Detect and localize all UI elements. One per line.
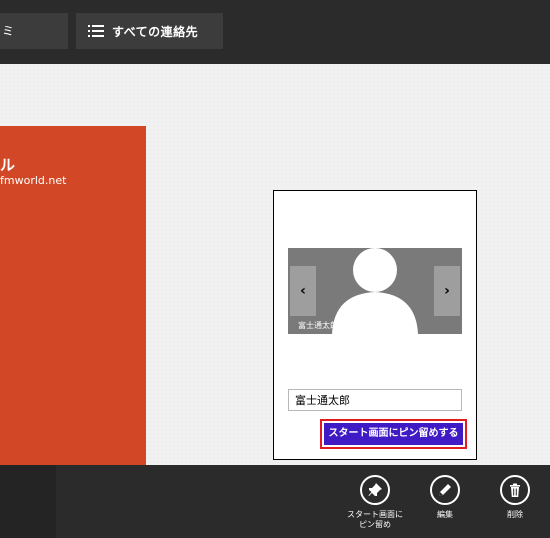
delete-command-circle	[500, 475, 530, 505]
pin-to-start-command[interactable]: スタート画面に ピン留め	[340, 475, 410, 530]
app-bar-left-panel	[0, 465, 56, 538]
edit-command-label: 編集	[437, 510, 453, 519]
pin-command-label: スタート画面に ピン留め	[347, 510, 403, 529]
pin-button-highlight: スタート画面にピン留めする	[320, 419, 467, 449]
next-image-button[interactable]: ›	[434, 266, 460, 316]
edit-command-circle	[430, 475, 460, 505]
list-icon	[88, 25, 104, 37]
pin-to-start-dialog: ‹ › 富士通太郎 スタート画面にピン留めする	[273, 190, 477, 460]
all-contacts-button[interactable]: すべての連絡先	[76, 13, 223, 49]
pencil-icon	[439, 484, 451, 496]
back-tile[interactable]: ミ	[0, 13, 68, 49]
back-tile-text: ミ	[2, 24, 15, 38]
top-navigation-bar: ミ すべての連絡先	[0, 0, 550, 64]
pin-command-circle	[360, 475, 390, 505]
chevron-right-icon: ›	[444, 283, 450, 299]
trash-icon	[510, 483, 520, 497]
contact-tile[interactable]: ル fmworld.net	[0, 126, 146, 465]
tile-name-input[interactable]	[288, 389, 462, 411]
person-silhouette-icon	[332, 248, 418, 334]
tile-preview: ‹ › 富士通太郎	[288, 248, 462, 334]
contact-name-fragment: ル	[0, 156, 16, 174]
pin-to-start-button[interactable]: スタート画面にピン留めする	[324, 423, 463, 445]
all-contacts-label: すべての連絡先	[112, 24, 199, 39]
pin-icon	[368, 483, 382, 496]
delete-command-label: 削除	[507, 510, 523, 519]
edit-command[interactable]: 編集	[423, 475, 467, 520]
app-bar: スタート画面に ピン留め 編集 削除	[0, 465, 550, 538]
contact-email-fragment: fmworld.net	[0, 174, 67, 187]
chevron-left-icon: ‹	[300, 283, 306, 299]
delete-command[interactable]: 削除	[493, 475, 537, 520]
previous-image-button[interactable]: ‹	[290, 266, 316, 316]
tile-preview-caption: 富士通太郎	[298, 321, 338, 330]
